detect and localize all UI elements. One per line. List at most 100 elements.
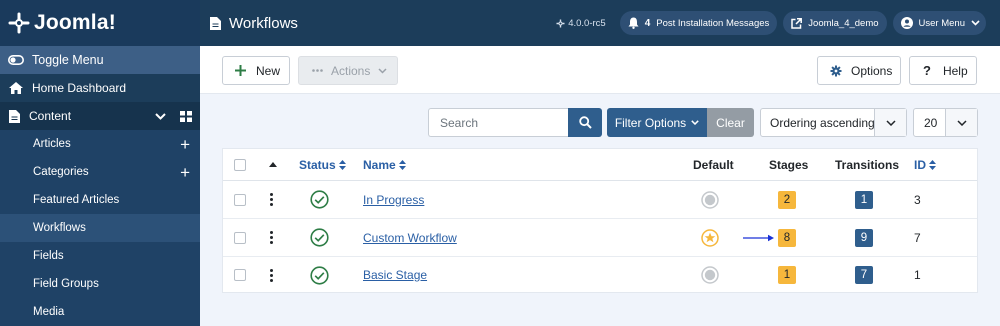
row-checkbox[interactable] xyxy=(234,269,246,281)
ordering-column[interactable] xyxy=(269,149,277,180)
ordering-select[interactable]: Ordering ascending xyxy=(760,108,907,137)
sidebar-item-label: Categories xyxy=(33,166,89,178)
row-checkbox[interactable] xyxy=(234,231,246,244)
name-header-label: Name xyxy=(363,157,396,172)
drag-handle-icon[interactable] xyxy=(270,268,273,282)
help-button[interactable]: ? Help xyxy=(909,56,977,85)
external-link-icon xyxy=(791,17,803,29)
stages-header-label: Stages xyxy=(769,157,809,172)
published-check-icon[interactable] xyxy=(310,228,329,247)
drag-handle-icon[interactable] xyxy=(270,231,273,244)
stages-column-header: Stages xyxy=(769,149,808,180)
id-column-header[interactable]: ID xyxy=(914,149,936,180)
view-site-button[interactable]: Joomla_4_demo xyxy=(783,11,887,35)
published-check-icon[interactable] xyxy=(310,190,329,209)
file-icon xyxy=(210,16,221,30)
limit-caret xyxy=(945,109,977,136)
not-default-icon[interactable] xyxy=(701,266,719,284)
table-row: Basic Stage 1 7 1 xyxy=(223,257,977,293)
stages-count-badge[interactable]: 2 xyxy=(778,190,796,209)
sidebar-item-media[interactable]: Media xyxy=(0,298,200,326)
sidebar-item-fields[interactable]: Fields xyxy=(0,242,200,270)
table-row: In Progress 2 1 3 xyxy=(223,181,977,219)
sort-icon xyxy=(338,159,346,170)
plus-icon[interactable]: + xyxy=(180,164,190,181)
joomla-small-icon xyxy=(556,19,565,27)
header-actions: 4.0.0-rc5 4 Post Installation Messages J… xyxy=(556,11,986,35)
workflow-name-link[interactable]: Custom Workflow xyxy=(363,231,457,245)
new-button-label: New xyxy=(256,63,281,78)
select-all-checkbox[interactable] xyxy=(234,158,246,171)
header: Workflows 4.0.0-rc5 4 Post Installation … xyxy=(200,0,1000,46)
select-all-cell xyxy=(234,149,246,180)
stages-count-badge[interactable]: 8 xyxy=(778,228,796,247)
sidebar-item-featured-articles[interactable]: Featured Articles xyxy=(0,186,200,214)
list-limit-select[interactable]: 20 xyxy=(913,108,978,137)
sort-up-icon xyxy=(269,162,277,167)
workflow-id: 3 xyxy=(914,192,921,207)
user-menu-button[interactable]: User Menu xyxy=(892,11,986,35)
search-input[interactable] xyxy=(428,108,568,137)
default-column-header: Default xyxy=(693,149,734,180)
published-check-icon[interactable] xyxy=(310,265,329,285)
status-column-header[interactable]: Status xyxy=(299,149,346,180)
status-header-label: Status xyxy=(299,157,336,172)
sidebar-item-articles[interactable]: Articles + xyxy=(0,130,200,158)
toggle-menu[interactable]: Toggle Menu xyxy=(0,46,200,74)
chevron-down-icon xyxy=(956,119,967,126)
default-header-label: Default xyxy=(693,157,734,172)
table-row: Custom Workflow 8 9 7 xyxy=(223,219,977,257)
sidebar-item-content[interactable]: Content xyxy=(0,102,200,130)
site-label: Joomla_4_demo xyxy=(808,17,879,29)
transitions-count-badge[interactable]: 9 xyxy=(855,228,873,247)
table-header: Status Name Default Stages Transitions I… xyxy=(223,149,977,181)
notifications-count: 4 xyxy=(644,17,651,29)
dashboard-grid-icon[interactable] xyxy=(180,110,192,122)
not-default-icon[interactable] xyxy=(701,190,719,209)
ordering-caret xyxy=(874,109,906,136)
joomla-logo[interactable]: Joomla! xyxy=(8,11,116,35)
sidebar-item-label: Articles xyxy=(33,138,71,150)
notifications-label: Post Installation Messages xyxy=(656,17,770,29)
transitions-count-badge[interactable]: 1 xyxy=(855,190,873,209)
workflow-name-link[interactable]: In Progress xyxy=(363,193,424,207)
chevron-down-icon xyxy=(378,67,387,74)
chevron-down-icon[interactable] xyxy=(155,112,166,120)
sidebar-item-field-groups[interactable]: Field Groups xyxy=(0,270,200,298)
home-icon xyxy=(9,82,23,94)
transitions-count-badge[interactable]: 7 xyxy=(855,266,873,284)
name-column-header[interactable]: Name xyxy=(363,149,406,180)
search-icon xyxy=(578,116,592,129)
filter-options-button[interactable]: Filter Options xyxy=(607,108,707,137)
search-button[interactable] xyxy=(568,108,602,137)
sort-icon xyxy=(398,159,406,170)
stages-count-badge[interactable]: 1 xyxy=(778,266,796,284)
chevron-down-icon xyxy=(691,120,699,125)
sidebar: Joomla! Toggle Menu Home Dashboard Conte… xyxy=(0,0,200,326)
question-icon: ? xyxy=(923,63,931,78)
sidebar-item-label: Workflows xyxy=(33,222,86,234)
sidebar-item-home-dashboard[interactable]: Home Dashboard xyxy=(0,74,200,102)
workflow-name-link[interactable]: Basic Stage xyxy=(363,268,427,282)
clear-button[interactable]: Clear xyxy=(707,108,754,137)
plus-icon xyxy=(235,65,246,76)
post-installation-messages-button[interactable]: 4 Post Installation Messages xyxy=(619,11,778,35)
options-label: Options xyxy=(851,63,893,78)
sidebar-item-workflows[interactable]: Workflows xyxy=(0,214,200,242)
default-star-icon[interactable] xyxy=(701,228,719,247)
sidebar-item-categories[interactable]: Categories + xyxy=(0,158,200,186)
sidebar-item-label: Content xyxy=(29,109,72,123)
arrow-right-icon xyxy=(743,234,774,241)
actions-dropdown[interactable]: Actions xyxy=(298,56,398,85)
plus-icon[interactable]: + xyxy=(180,136,190,153)
row-checkbox[interactable] xyxy=(234,193,246,206)
toolbar: New Actions Options ? Help xyxy=(200,46,1000,94)
actions-label: Actions xyxy=(331,63,371,78)
page-title-text: Workflows xyxy=(229,14,298,32)
drag-handle-icon[interactable] xyxy=(270,193,273,206)
new-button[interactable]: New xyxy=(222,56,290,85)
toggle-menu-label: Toggle Menu xyxy=(32,53,104,67)
brand[interactable]: Joomla! xyxy=(0,0,200,46)
options-button[interactable]: Options xyxy=(817,56,901,85)
id-header-label: ID xyxy=(914,157,926,172)
